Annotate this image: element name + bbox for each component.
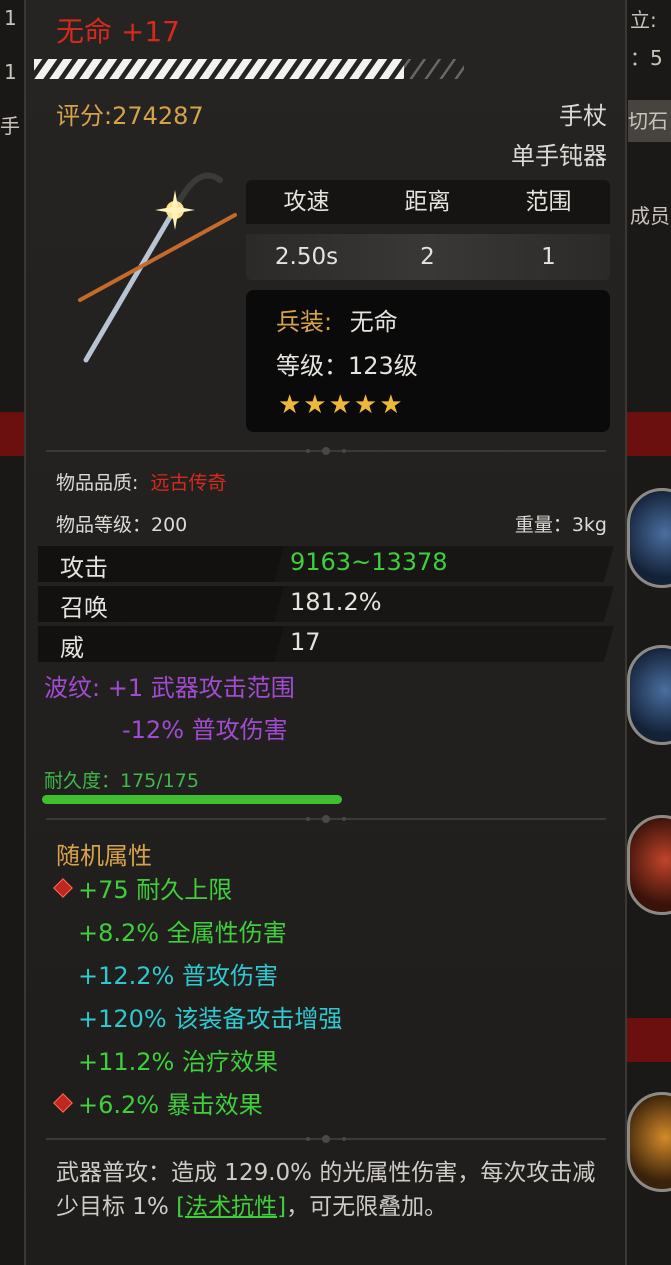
right-side-text-1: 立: [630, 8, 657, 32]
quality-label: 物品品质: [56, 472, 139, 494]
stat-header-area: 范围 [525, 189, 572, 215]
ripple-line-1: 波纹: +1 武器攻击范围 [44, 674, 295, 702]
skill-icon-1[interactable] [627, 488, 671, 588]
quality-row: 物品品质: 远古传奇 [56, 468, 226, 495]
random-attribute-line: +6.2% 暴击效果 [78, 1091, 263, 1119]
random-attribute-line: +11.2% 治疗效果 [78, 1048, 278, 1076]
equip-line: 兵装: 无命 [276, 302, 398, 337]
random-attribute-line: +75 耐久上限 [78, 876, 233, 904]
right-red-band [627, 412, 671, 456]
attribute-value: 9163~13378 [290, 548, 448, 576]
stat-value-area: 1 [541, 244, 556, 270]
gem-icon [53, 1093, 73, 1113]
left-side-text-3: 手 [0, 114, 20, 138]
section-divider-3 [46, 1135, 606, 1143]
attribute-row: 威 17 [38, 626, 614, 662]
item-weight: 重量：3kg [514, 514, 607, 536]
right-background [627, 0, 671, 1265]
attribute-name: 召唤 [60, 594, 108, 622]
quality-value: 远古传奇 [150, 472, 227, 494]
attribute-name: 攻击 [60, 554, 108, 582]
item-level: 物品等级：200 [56, 514, 188, 536]
durability-bar [42, 795, 342, 804]
equip-value: 无命 [349, 308, 398, 336]
item-score: 评分:274287 [56, 102, 204, 130]
right-side-text-2: ：5 [630, 46, 663, 70]
stat-header-range: 距离 [404, 189, 451, 215]
random-attribute-line: +120% 该装备攻击增强 [78, 1005, 343, 1033]
ripple-line-2: -12% 普攻伤害 [122, 716, 288, 744]
attribute-row: 攻击 9163~13378 [38, 546, 614, 582]
spell-resistance-link[interactable]: [法术抗性] [176, 1194, 286, 1220]
equip-label: 兵装: [276, 308, 333, 336]
random-attribute-line: +8.2% 全属性伤害 [78, 919, 287, 947]
enhance-progress-stripes [34, 59, 464, 79]
skill-icon-2[interactable] [627, 645, 671, 745]
right-red-band-2 [627, 1018, 671, 1062]
attribute-name: 威 [60, 634, 84, 662]
left-red-band [0, 412, 24, 456]
weapon-class: 单手钝器 [511, 142, 607, 170]
attribute-value: 17 [290, 628, 321, 656]
skill-icon-4[interactable] [627, 1092, 671, 1192]
equipment-info-box: 兵装: 无命 等级：123级 ★★★★★ [246, 290, 610, 432]
item-title: 无命 +17 [56, 15, 180, 48]
item-tooltip-panel: 无命 +17 评分:274287 手杖 单手钝器 攻速 距离 范围 2.50s [24, 0, 627, 1265]
random-attributes-title: 随机属性 [56, 842, 152, 870]
left-side-text-1: 1 [4, 6, 17, 30]
combat-stats-header: 攻速 距离 范围 [246, 180, 610, 224]
skill-icon-3[interactable] [627, 815, 671, 915]
description-text-2: ，可无限叠加。 [286, 1194, 448, 1220]
durability-label: 耐久度：175/175 [44, 770, 199, 792]
stat-value-range: 2 [420, 244, 435, 270]
stat-value-speed: 2.50s [274, 244, 339, 270]
combat-stats-table: 攻速 距离 范围 2.50s 2 1 [246, 180, 610, 280]
equip-level: 等级：123级 [276, 352, 418, 380]
star-rating: ★★★★★ [278, 390, 405, 420]
attribute-value: 181.2% [290, 588, 382, 616]
left-background [0, 0, 24, 1265]
random-attribute-line: +12.2% 普攻伤害 [78, 962, 278, 990]
combat-stats-values: 2.50s 2 1 [246, 234, 610, 280]
section-divider-1 [46, 447, 606, 455]
attribute-row: 召唤 181.2% [38, 586, 614, 622]
gem-icon [53, 878, 73, 898]
section-divider-2 [46, 815, 606, 823]
weapon-skill-description: 武器普攻：造成 129.0% 的光属性伤害，每次攻击减少目标 1% [法术抗性]… [56, 1156, 596, 1224]
durability-bar-fill [42, 795, 342, 804]
weapon-type: 手杖 [559, 102, 607, 130]
weapon-staff-icon [78, 172, 237, 363]
stat-header-speed: 攻速 [283, 189, 330, 215]
right-side-button[interactable]: 切石 [628, 100, 671, 142]
attribute-row-value-bg [274, 626, 614, 662]
left-side-text-2: 1 [4, 60, 17, 84]
right-side-text-members: 成员 [630, 204, 670, 228]
